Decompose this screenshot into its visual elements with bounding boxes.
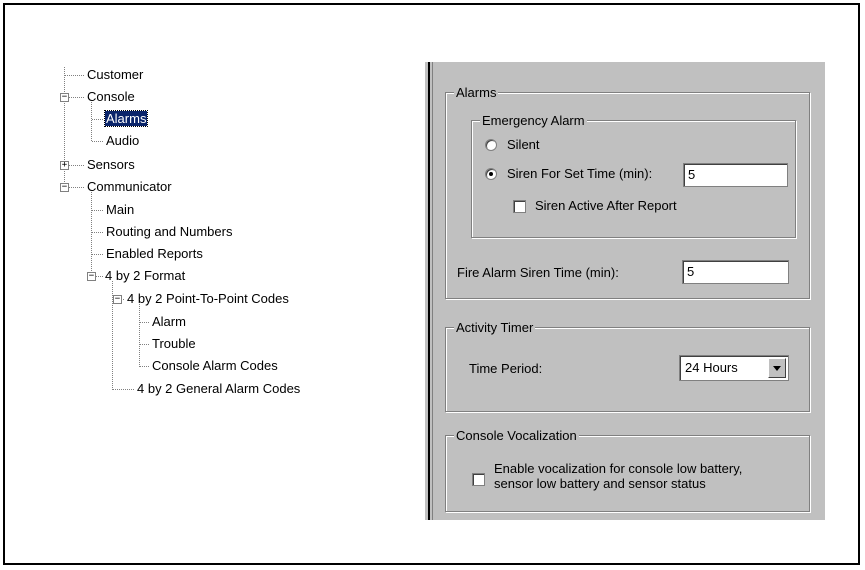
- console-collapse-toggle[interactable]: −: [60, 93, 69, 102]
- tree-item-label: Console: [87, 89, 135, 104]
- console-vocalization-group: Console Vocalization Enable vocalization…: [445, 428, 810, 512]
- tree-item-label: 4 by 2 Format: [105, 268, 186, 283]
- sensors-expand-toggle[interactable]: +: [60, 161, 69, 170]
- format-4x2-collapse-toggle[interactable]: −: [87, 272, 96, 281]
- enable-vocalization-label-line2: sensor low battery and sensor status: [494, 476, 706, 491]
- tree-item-label: Communicator: [87, 179, 172, 194]
- activity-timer-group: Activity Timer Time Period: 24 Hours: [445, 320, 810, 412]
- emergency-alarm-title: Emergency Alarm: [480, 113, 587, 128]
- tree-item-label: Console Alarm Codes: [152, 358, 278, 373]
- tree-item-label: Alarms: [103, 110, 149, 127]
- tree-item-main[interactable]: Main: [106, 202, 134, 218]
- tree-item-alarm[interactable]: Alarm: [152, 314, 186, 330]
- tree-item-console-alarm-codes[interactable]: Console Alarm Codes: [152, 358, 278, 374]
- siren-time-input[interactable]: 5: [683, 163, 788, 187]
- tree-item-label: Enabled Reports: [106, 246, 203, 261]
- tree-item-label: Customer: [87, 67, 144, 82]
- emergency-alarm-group: Emergency Alarm Silent Siren For Set Tim…: [471, 113, 796, 238]
- alarms-group-title: Alarms: [454, 85, 499, 100]
- fire-alarm-siren-time-input[interactable]: 5: [682, 260, 789, 284]
- tree-item-4x2-format[interactable]: 4 by 2 Format: [105, 268, 185, 284]
- tree-item-audio[interactable]: Audio: [106, 133, 139, 149]
- silent-radio[interactable]: [485, 139, 497, 151]
- tree-connector-lines: [64, 67, 150, 390]
- chevron-down-icon[interactable]: [768, 358, 786, 378]
- siren-set-time-label: Siren For Set Time (min):: [507, 166, 653, 181]
- time-period-select[interactable]: 24 Hours: [679, 355, 789, 381]
- siren-active-after-report-checkbox[interactable]: [513, 200, 526, 213]
- tree-item-label: Alarm: [152, 314, 186, 329]
- tree-item-customer[interactable]: Customer: [87, 67, 143, 83]
- console-vocalization-title: Console Vocalization: [454, 428, 579, 443]
- activity-timer-title: Activity Timer: [454, 320, 536, 335]
- tree-item-general-codes[interactable]: 4 by 2 General Alarm Codes: [137, 381, 300, 397]
- silent-label: Silent: [507, 137, 540, 152]
- enable-vocalization-checkbox[interactable]: [472, 473, 485, 486]
- tree-item-console[interactable]: Console: [87, 89, 135, 105]
- tree-item-p2p-codes[interactable]: 4 by 2 Point-To-Point Codes: [127, 291, 289, 307]
- p2p-codes-collapse-toggle[interactable]: −: [113, 295, 122, 304]
- tree-item-communicator[interactable]: Communicator: [87, 179, 172, 195]
- tree-item-trouble[interactable]: Trouble: [152, 336, 196, 352]
- tree-item-routing[interactable]: Routing and Numbers: [106, 224, 232, 240]
- tree-item-alarms[interactable]: Alarms: [103, 110, 149, 127]
- time-period-value: 24 Hours: [685, 360, 738, 375]
- panel-splitter[interactable]: [428, 62, 430, 520]
- siren-active-after-report-label: Siren Active After Report: [535, 198, 677, 213]
- tree-item-label: Audio: [106, 133, 140, 148]
- tree-item-label: Main: [106, 202, 135, 217]
- tree-item-enabled-reports[interactable]: Enabled Reports: [106, 246, 203, 262]
- tree-item-label: Trouble: [152, 336, 196, 351]
- tree-item-sensors[interactable]: Sensors: [87, 157, 135, 173]
- panel-splitter-shadow: [432, 62, 433, 520]
- fire-alarm-siren-time-label: Fire Alarm Siren Time (min):: [457, 265, 619, 280]
- communicator-collapse-toggle[interactable]: −: [60, 183, 69, 192]
- navigation-tree: − + − − − Customer Console Alarms Audio …: [5, 5, 425, 565]
- settings-panel: Alarms Emergency Alarm Silent Siren For …: [425, 62, 825, 520]
- enable-vocalization-label-line1: Enable vocalization for console low batt…: [494, 461, 743, 476]
- tree-item-label: 4 by 2 General Alarm Codes: [137, 381, 301, 396]
- tree-item-label: 4 by 2 Point-To-Point Codes: [127, 291, 289, 306]
- tree-item-label: Routing and Numbers: [106, 224, 233, 239]
- alarms-group: Alarms Emergency Alarm Silent Siren For …: [445, 85, 810, 299]
- tree-item-label: Sensors: [87, 157, 135, 172]
- figure-frame: − + − − − Customer Console Alarms Audio …: [3, 3, 860, 565]
- time-period-label: Time Period:: [469, 361, 543, 376]
- siren-set-time-radio[interactable]: [485, 168, 497, 180]
